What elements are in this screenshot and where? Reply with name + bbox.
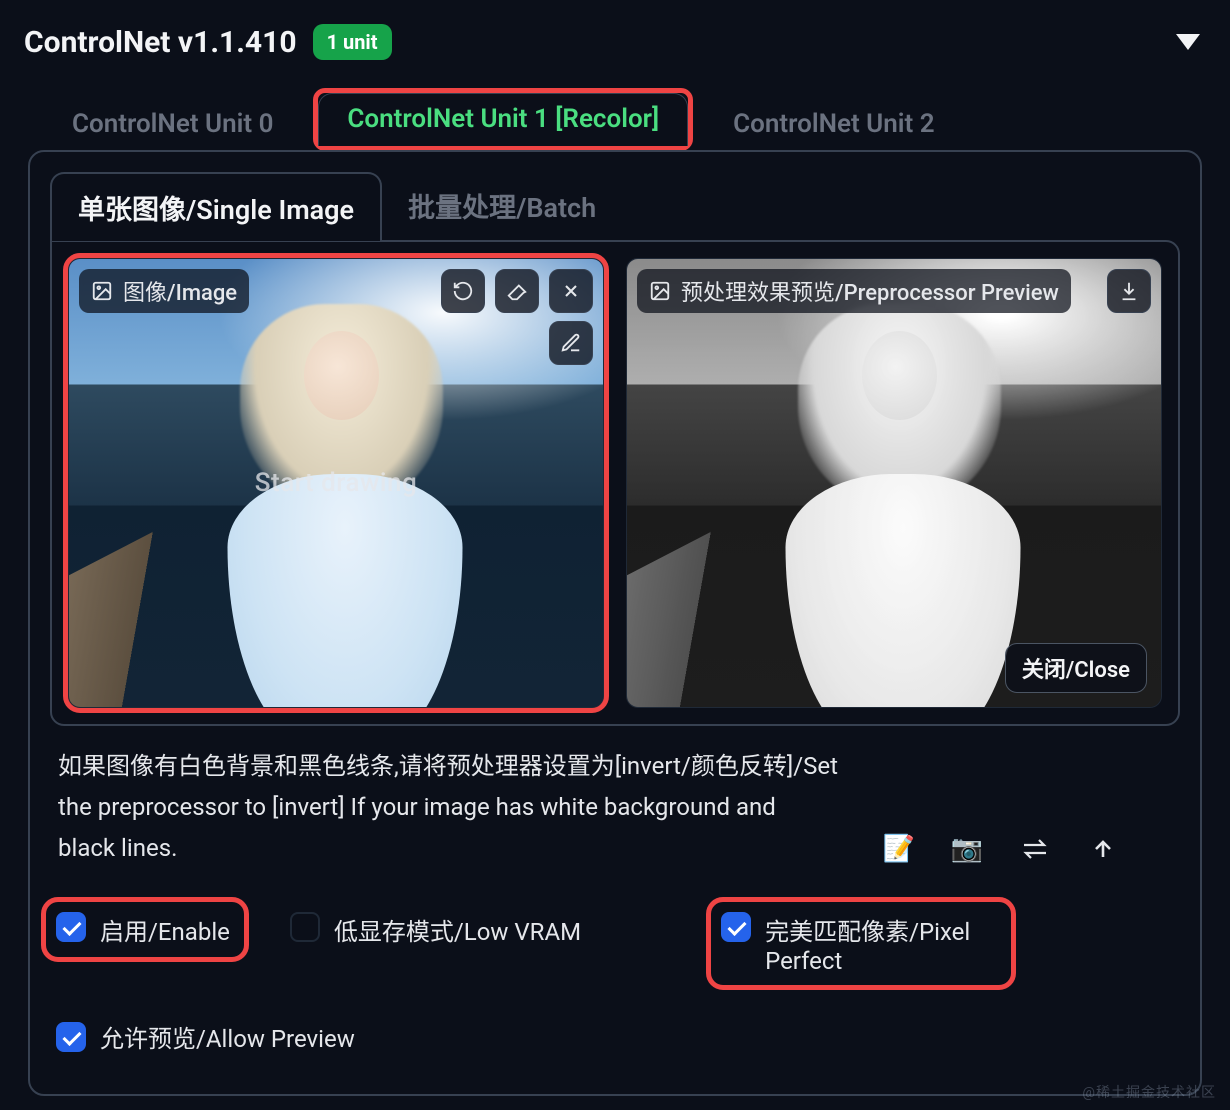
send-dimensions-button[interactable] [1086,832,1120,866]
erase-button[interactable] [495,269,539,313]
webcam-button[interactable]: 📷 [950,832,984,866]
undo-icon [452,280,474,302]
invert-hint-text: 如果图像有白色背景和黑色线条,请将预处理器设置为[invert/颜色反转]/Se… [58,746,838,868]
unit-panel: 单张图像/Single Image 批量处理/Batch 图像/Image [28,150,1202,1096]
undo-button[interactable] [441,269,485,313]
low-vram-label: 低显存模式/Low VRAM [334,912,581,947]
enable-checkbox[interactable] [56,912,86,942]
pixel-perfect-label: 完美匹配像素/Pixel Perfect [765,912,997,975]
image-row: 图像/Image Start drawing [50,240,1180,726]
tab-unit-0[interactable]: ControlNet Unit 0 [44,99,301,151]
eraser-icon [506,280,528,302]
start-drawing-overlay: Start drawing [255,468,417,498]
pixel-perfect-checkbox-row: 完美匹配像素/Pixel Perfect [711,902,1011,985]
download-icon [1118,280,1140,302]
image-icon [649,280,671,302]
low-vram-checkbox[interactable] [290,912,320,942]
new-canvas-button[interactable]: 📝 [882,832,916,866]
collapse-caret-icon[interactable] [1176,34,1200,50]
unit-count-badge: 1 unit [313,24,392,60]
panel-title: ControlNet v1.1.410 [24,25,297,60]
preview-image-slot: 预处理效果预览/Preprocessor Preview 关闭/Close [626,258,1162,708]
input-image-label: 图像/Image [79,269,249,313]
draw-button[interactable] [549,321,593,365]
remove-button[interactable] [549,269,593,313]
pencil-icon [560,332,582,354]
highlight-tab: ControlNet Unit 1 [Recolor] [313,88,693,151]
image-icon [91,280,113,302]
tab-single-image[interactable]: 单张图像/Single Image [50,172,382,241]
low-vram-checkbox-row: 低显存模式/Low VRAM [290,912,581,947]
tool-row: 📝 📷 [882,832,1120,866]
allow-preview-checkbox[interactable] [56,1022,86,1052]
swap-icon [1020,837,1050,861]
unit-tabs: ControlNet Unit 0 ControlNet Unit 1 [Rec… [44,88,1206,151]
close-icon [561,281,581,301]
pixel-perfect-checkbox[interactable] [721,912,751,942]
tab-batch[interactable]: 批量处理/Batch [382,172,622,241]
download-preview-button[interactable] [1107,269,1151,313]
preview-label: 预处理效果预览/Preprocessor Preview [637,269,1071,313]
input-image-slot[interactable]: 图像/Image Start drawing [68,258,604,708]
tab-unit-2[interactable]: ControlNet Unit 2 [705,99,962,151]
watermark: @稀土掘金技术社区 [1082,1082,1216,1102]
swap-dimensions-button[interactable] [1018,832,1052,866]
arrow-up-icon [1091,837,1115,861]
tab-unit-1[interactable]: ControlNet Unit 1 [Recolor] [318,93,688,146]
close-preview-button[interactable]: 关闭/Close [1005,643,1147,693]
enable-label: 启用/Enable [100,912,230,947]
enable-checkbox-row: 启用/Enable [46,902,244,957]
allow-preview-label: 允许预览/Allow Preview [100,1019,355,1054]
input-mode-tabs: 单张图像/Single Image 批量处理/Batch [50,172,1180,241]
